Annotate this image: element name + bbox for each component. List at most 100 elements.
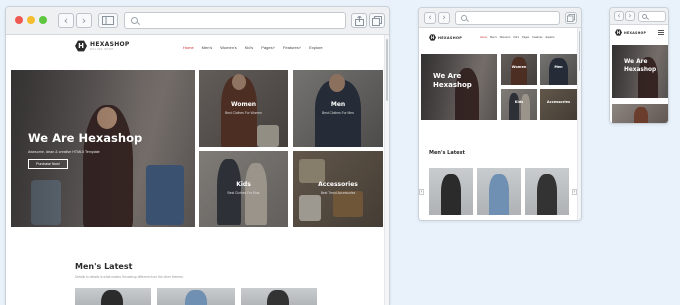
- tabs-button[interactable]: [369, 13, 385, 28]
- tabs-icon: [567, 14, 575, 22]
- browser-toolbar: ‹ ›: [6, 7, 389, 35]
- chevron-right-icon: ›: [81, 14, 87, 27]
- nav-item-womens[interactable]: Women's: [500, 36, 511, 39]
- tile-title: Men: [330, 101, 346, 108]
- scrollbar[interactable]: [384, 35, 389, 305]
- product-card[interactable]: [477, 168, 521, 215]
- tile-title: Accessories: [546, 100, 571, 104]
- hero-title-line1: We Are: [624, 59, 648, 65]
- search-icon: [131, 17, 138, 24]
- chevron-down-icon: ˅: [298, 45, 302, 50]
- hamburger-menu-icon[interactable]: [658, 30, 664, 35]
- brand-name: HEXASHOP: [438, 35, 463, 40]
- close-window-button[interactable]: [15, 16, 23, 24]
- scrollbar[interactable]: [577, 28, 581, 220]
- back-button[interactable]: ‹: [614, 11, 624, 21]
- chevron-left-icon: ‹: [428, 12, 432, 23]
- sidebar-icon: [102, 16, 114, 25]
- scrollbar-thumb[interactable]: [386, 39, 388, 101]
- back-button[interactable]: ‹: [58, 13, 74, 28]
- category-tile-kids[interactable]: Kids Best Clothes For Kids: [199, 151, 288, 227]
- sidebar-button[interactable]: [98, 13, 118, 28]
- main-nav: Home Men's Women's Kid's Pages Features …: [480, 36, 554, 39]
- hero-banner: We Are Hexashop: [612, 45, 668, 98]
- main-nav: Home Men's Women's Kid's Pages˅ Features…: [183, 45, 323, 50]
- site-logo[interactable]: H HEXASHOP ONLINE SHOP: [75, 40, 130, 52]
- address-bar[interactable]: [455, 11, 560, 25]
- tabs-icon: [372, 15, 382, 26]
- tile-title: Women: [511, 65, 527, 69]
- chevron-right-icon: ›: [628, 11, 632, 20]
- browser-window-tablet: ‹ › H HEXASHOP Home Men's Women's Kid's …: [418, 7, 582, 221]
- category-tile-women[interactable]: Women: [501, 54, 537, 85]
- scrollbar-thumb[interactable]: [579, 31, 580, 71]
- share-icon: [354, 15, 364, 26]
- address-bar[interactable]: [124, 12, 346, 29]
- nav-item-mens[interactable]: Men's: [490, 36, 497, 39]
- section-title: Men's Latest: [75, 262, 133, 271]
- forward-button[interactable]: ›: [438, 12, 450, 24]
- hexagon-logo-icon: H: [429, 34, 436, 41]
- chevron-left-icon: ‹: [617, 11, 621, 20]
- product-card[interactable]: [525, 168, 569, 215]
- nav-item-home[interactable]: Home: [183, 45, 194, 50]
- nav-item-explore[interactable]: Explore: [546, 36, 555, 39]
- nav-item-home[interactable]: Home: [480, 36, 487, 39]
- nav-item-pages[interactable]: Pages: [522, 36, 529, 39]
- page-viewport-tablet: H HEXASHOP Home Men's Women's Kid's Page…: [419, 28, 581, 220]
- search-icon: [461, 15, 467, 21]
- address-bar[interactable]: [638, 11, 666, 22]
- category-tile-men[interactable]: Men: [540, 54, 577, 85]
- category-tile-women[interactable]: Women Best Clothes For Women: [199, 70, 288, 147]
- site-logo[interactable]: H HEXASHOP: [429, 34, 462, 41]
- minimize-window-button[interactable]: [27, 16, 35, 24]
- share-button[interactable]: [351, 13, 367, 28]
- hero-title-line2: Hexashop: [624, 67, 657, 73]
- nav-item-features[interactable]: Features: [532, 36, 542, 39]
- chevron-right-icon: ›: [442, 12, 446, 23]
- product-card[interactable]: [75, 288, 151, 305]
- tile-subtitle: Best Clothes For Men: [322, 111, 354, 115]
- forward-button[interactable]: ›: [625, 11, 635, 21]
- product-card[interactable]: [429, 168, 473, 215]
- hexagon-logo-icon: H: [75, 40, 87, 52]
- tabs-button[interactable]: [565, 12, 577, 24]
- tile-title: Women: [230, 101, 257, 108]
- hero-title-line2: Hexashop: [433, 81, 472, 89]
- browser-toolbar: ‹ ›: [610, 8, 668, 25]
- forward-button[interactable]: ›: [76, 13, 92, 28]
- tile-title: Men: [554, 65, 563, 69]
- page-viewport-mobile: H HEXASHOP We Are Hexashop: [610, 25, 668, 123]
- chevron-down-icon: ˅: [272, 45, 275, 50]
- nav-item-womens[interactable]: Women's: [220, 45, 236, 50]
- nav-item-explore[interactable]: Explore: [309, 45, 323, 50]
- nav-item-mens[interactable]: Men's: [202, 45, 213, 50]
- tile-subtitle: Best Clothes For Women: [225, 111, 262, 115]
- purchase-now-button[interactable]: Purchase Now!: [28, 159, 68, 169]
- hexagon-logo-icon: H: [615, 29, 622, 36]
- nav-item-kids[interactable]: Kid's: [245, 45, 254, 50]
- nav-item-kids[interactable]: Kid's: [513, 36, 519, 39]
- zoom-window-button[interactable]: [39, 16, 47, 24]
- hero-banner: We Are Hexashop Awesome, clean & creativ…: [11, 70, 195, 227]
- tile-title: Accessories: [318, 181, 358, 188]
- carousel-prev-button[interactable]: ‹: [419, 189, 424, 195]
- tile-subtitle: Best Trend Accessories: [320, 191, 356, 195]
- product-card[interactable]: [157, 288, 235, 305]
- brand-tagline: ONLINE SHOP: [90, 48, 114, 51]
- nav-item-pages[interactable]: Pages˅: [261, 45, 275, 50]
- category-tile-accessories[interactable]: Accessories Best Trend Accessories: [293, 151, 383, 227]
- category-tile-kids[interactable]: Kids: [501, 89, 537, 120]
- browser-toolbar: ‹ ›: [419, 8, 581, 28]
- category-tile-women[interactable]: [612, 104, 668, 123]
- back-button[interactable]: ‹: [424, 12, 436, 24]
- chevron-right-icon: ›: [573, 189, 576, 195]
- product-card[interactable]: [241, 288, 317, 305]
- category-tile-accessories[interactable]: Accessories: [540, 89, 577, 120]
- section-subtitle: Details to details is what makes Hexasho…: [75, 275, 184, 279]
- tile-title: Kids: [236, 181, 251, 188]
- site-logo[interactable]: H HEXASHOP: [615, 29, 646, 36]
- category-tile-men[interactable]: Men Best Clothes For Men: [293, 70, 383, 147]
- chevron-left-icon: ‹: [63, 14, 69, 27]
- nav-item-features[interactable]: Features˅: [283, 45, 301, 50]
